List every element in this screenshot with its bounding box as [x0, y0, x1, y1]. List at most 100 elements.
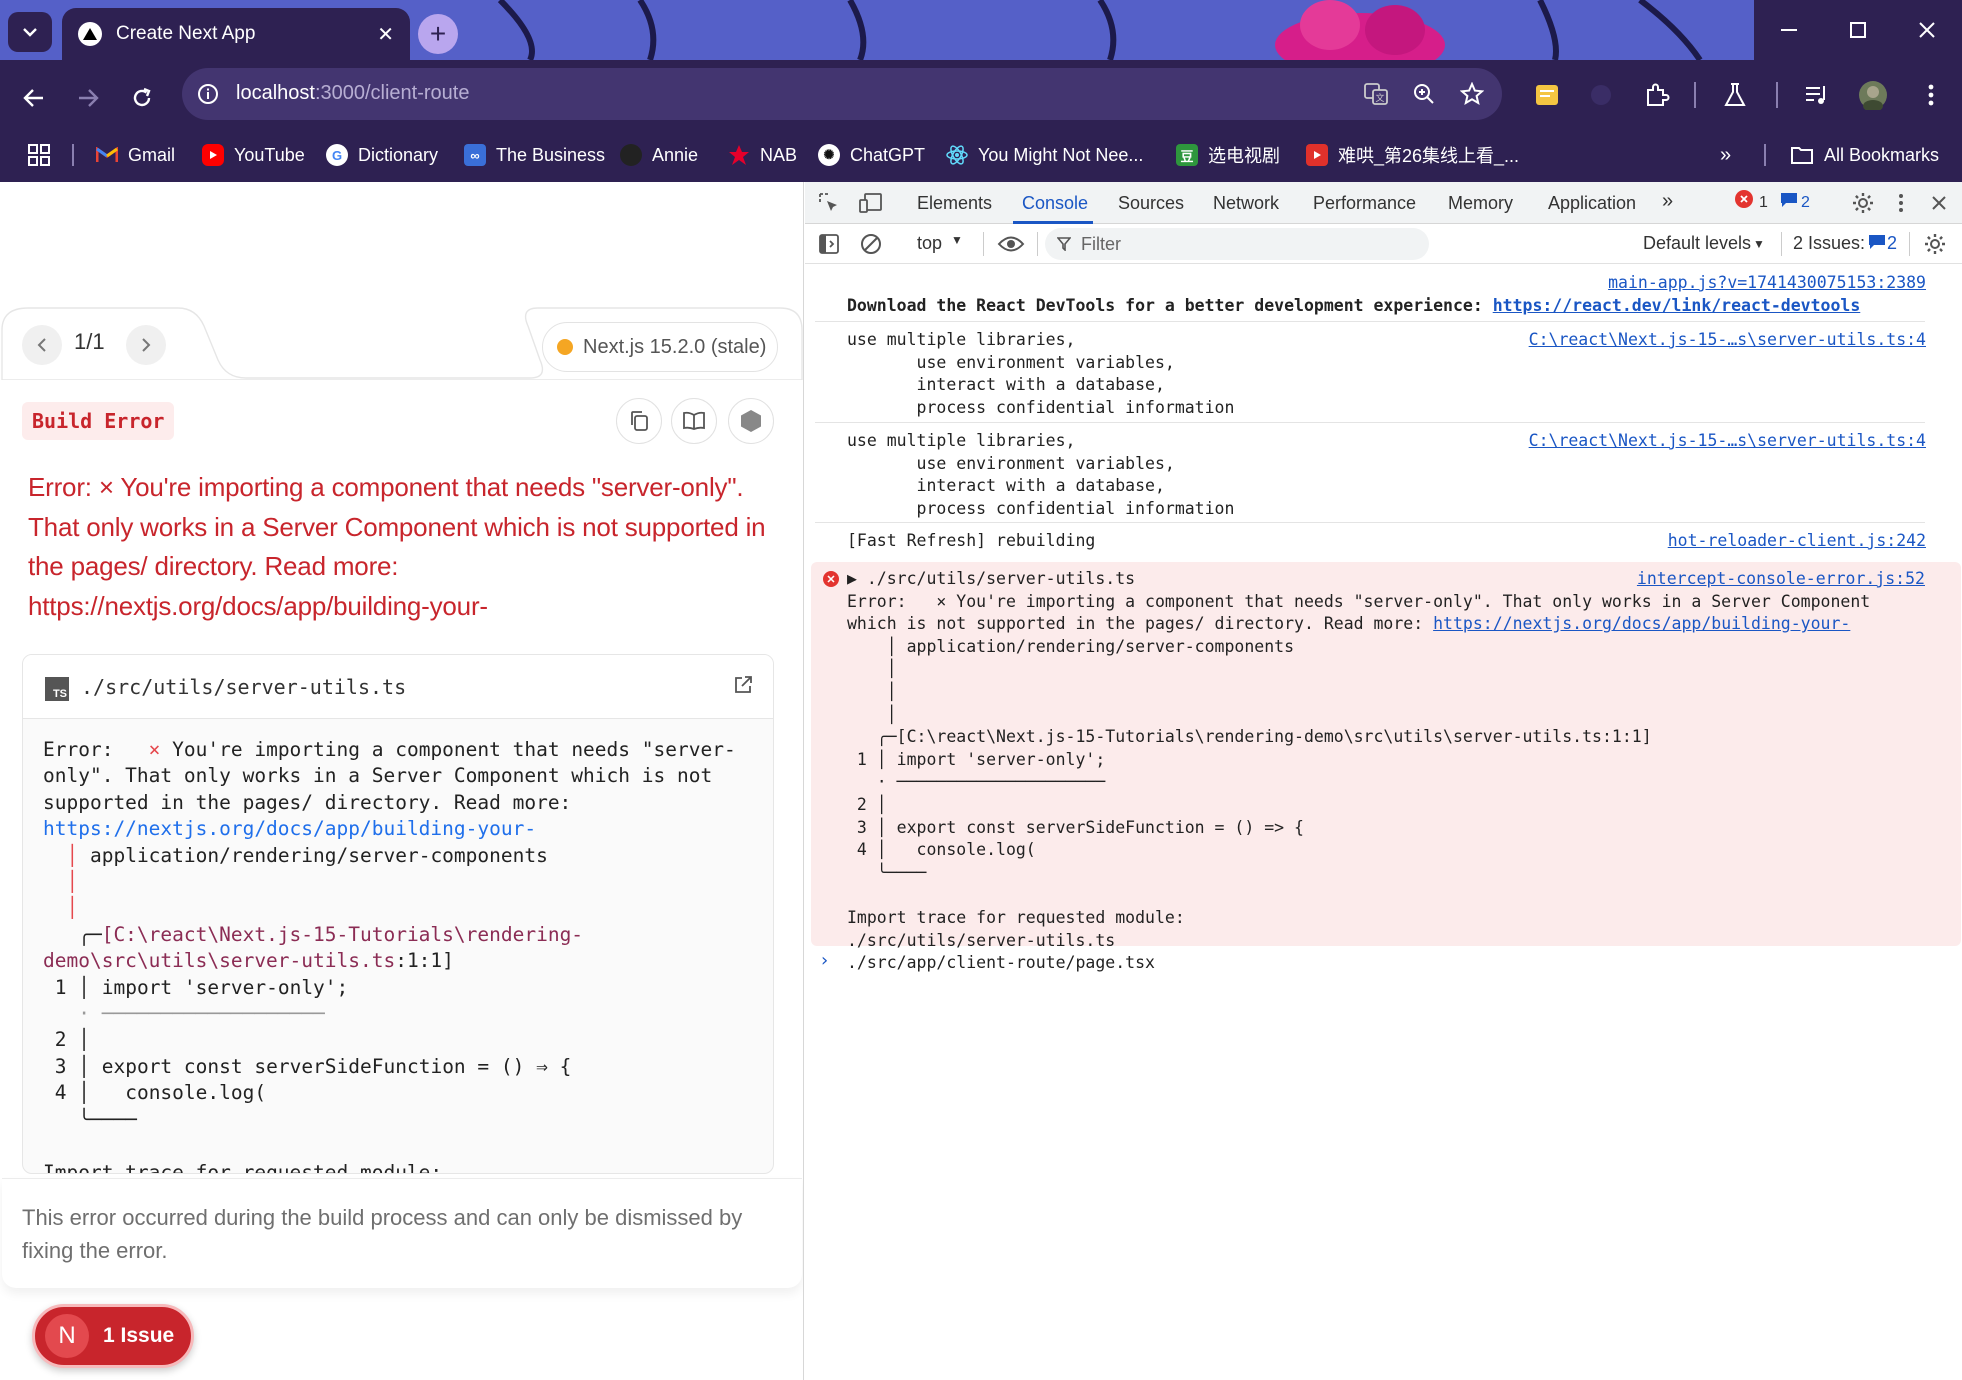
console-filter-input[interactable]: Filter — [1045, 228, 1429, 260]
clear-console-icon[interactable] — [857, 230, 885, 258]
close-window-button[interactable] — [1892, 0, 1962, 60]
error-count[interactable]: 1 — [1759, 194, 1768, 212]
bookmark-you-might-not-need[interactable]: You Might Not Nee... — [946, 130, 1143, 180]
nab-icon — [728, 144, 750, 166]
site-info-icon[interactable] — [194, 80, 222, 108]
caret-down-icon[interactable]: ▼ — [1753, 237, 1765, 251]
translate-icon[interactable]: 文 — [1362, 80, 1390, 108]
gmail-icon — [96, 144, 118, 166]
issues-button[interactable]: N 1 Issue — [32, 1304, 194, 1368]
bookmark-video[interactable]: 难哄_第26集线上看_... — [1306, 130, 1519, 180]
code-frame-card: TS ./src/utils/server-utils.ts Error: × … — [22, 654, 774, 1174]
react-devtools-link[interactable]: https://react.dev/link/react-devtools — [1493, 296, 1861, 315]
copy-error-button[interactable] — [616, 398, 662, 444]
console-settings-gear-icon[interactable] — [1921, 230, 1949, 258]
google-icon: G — [326, 144, 348, 166]
device-toolbar-icon[interactable] — [857, 189, 885, 217]
open-in-editor-button[interactable] — [733, 675, 753, 695]
console-message: main-app.js?v=1741430075153:2389 Downloa… — [815, 272, 1926, 322]
live-expression-eye-icon[interactable] — [995, 230, 1027, 258]
extensions-puzzle-icon[interactable] — [1640, 78, 1674, 112]
browser-tab[interactable]: Create Next App ✕ — [62, 8, 410, 60]
warning-count[interactable]: 2 — [1801, 194, 1810, 212]
caret-down-icon[interactable]: ▼ — [951, 233, 963, 247]
file-path-link[interactable]: [C:\react\Next.js-15-Tutorials\rendering… — [102, 923, 583, 946]
message-source-link[interactable]: hot-reloader-client.js:242 — [1668, 530, 1926, 553]
docs-link[interactable]: https://nextjs.org/docs/app/building-you… — [43, 817, 536, 840]
zoom-icon[interactable] — [1410, 80, 1438, 108]
tab-network[interactable]: Network — [1213, 193, 1279, 214]
error-x-icon: ✕ — [823, 571, 839, 587]
bookmark-the-business[interactable]: ∞ The Business — [464, 130, 605, 180]
error-text[interactable]: ▶ ./src/utils/server-utils.ts Error: × Y… — [847, 568, 1870, 975]
media-queue-icon[interactable] — [1800, 78, 1834, 112]
bookmark-youtube[interactable]: YouTube — [202, 130, 305, 180]
tab-memory[interactable]: Memory — [1448, 193, 1513, 214]
bookmark-dictionary[interactable]: G Dictionary — [326, 130, 438, 180]
tab-elements[interactable]: Elements — [917, 193, 992, 214]
reload-icon — [133, 87, 151, 107]
toolbar-divider — [1781, 232, 1782, 256]
close-tab-icon[interactable]: ✕ — [377, 22, 394, 47]
error-docs-link[interactable]: https://nextjs.org/docs/app/building-you… — [1433, 614, 1850, 633]
profile-avatar[interactable] — [1856, 78, 1890, 112]
bookmark-chatgpt[interactable]: ✺ ChatGPT — [818, 130, 925, 180]
context-selector[interactable]: top — [917, 233, 942, 254]
minimize-button[interactable] — [1754, 0, 1824, 60]
minimize-icon — [1781, 29, 1797, 31]
error-count-icon[interactable] — [1735, 190, 1753, 208]
maximize-icon — [1850, 22, 1866, 38]
extension-notes-icon[interactable] — [1530, 78, 1564, 112]
docs-button[interactable] — [671, 398, 717, 444]
extension-dark-icon[interactable] — [1584, 78, 1618, 112]
message-source-link[interactable]: C:\react\Next.js-15-…s\server-utils.ts:4 — [1529, 430, 1926, 453]
tab-sources[interactable]: Sources — [1118, 193, 1184, 214]
sidebar-toggle-icon[interactable] — [815, 230, 843, 258]
url-text[interactable]: localhost:3000/client-route — [236, 82, 469, 105]
close-devtools-icon[interactable] — [1925, 189, 1953, 217]
message-source-link[interactable]: main-app.js?v=1741430075153:2389 — [1608, 272, 1926, 295]
previous-error-button[interactable] — [22, 325, 62, 365]
nextjs-version-badge[interactable]: Next.js 15.2.0 (stale) — [542, 322, 778, 372]
bookmark-star-icon[interactable] — [1458, 80, 1486, 108]
log-levels-dropdown[interactable]: Default levels — [1643, 233, 1751, 254]
issues-message-icon[interactable] — [1867, 231, 1887, 253]
forward-button[interactable] — [68, 78, 108, 118]
bookmark-douban[interactable]: 豆 选电视剧 — [1176, 130, 1280, 180]
nodejs-inspector-button[interactable] — [728, 398, 774, 444]
console-output: main-app.js?v=1741430075153:2389 Downloa… — [805, 264, 1962, 1380]
inspect-element-icon[interactable] — [815, 189, 843, 217]
issues-count[interactable]: 2 — [1887, 233, 1897, 254]
apps-grid-icon[interactable] — [28, 130, 50, 180]
copy-icon — [631, 411, 648, 431]
settings-gear-icon[interactable] — [1849, 189, 1877, 217]
labs-flask-icon[interactable] — [1718, 78, 1752, 112]
bookmark-nab[interactable]: NAB — [728, 130, 797, 180]
tab-performance[interactable]: Performance — [1313, 193, 1416, 214]
douban-icon: 豆 — [1176, 144, 1198, 166]
browser-menu-icon[interactable] — [1914, 78, 1948, 112]
tab-search-button[interactable] — [8, 12, 52, 52]
all-bookmarks-button[interactable]: All Bookmarks — [1790, 130, 1939, 180]
devtools-menu-icon[interactable] — [1887, 189, 1915, 217]
new-tab-button[interactable]: + — [418, 14, 458, 54]
maximize-button[interactable] — [1823, 0, 1893, 60]
tab-console[interactable]: Console — [1022, 193, 1088, 214]
message-count-icon[interactable] — [1779, 190, 1799, 210]
error-summary-toggle[interactable]: ▶ ./src/utils/server-utils.ts — [847, 569, 1135, 588]
reload-button[interactable] — [122, 78, 162, 118]
more-tabs-chevron-icon[interactable]: » — [1662, 190, 1673, 213]
bookmark-annie[interactable]: Annie — [620, 130, 698, 180]
message-source-link[interactable]: C:\react\Next.js-15-…s\server-utils.ts:4 — [1529, 329, 1926, 352]
code-frame-body: Error: × You're importing a component th… — [43, 738, 736, 1174]
back-button[interactable] — [14, 78, 54, 118]
external-link-icon — [735, 676, 752, 693]
issues-label[interactable]: 2 Issues: — [1793, 233, 1865, 254]
console-prompt-chevron-icon[interactable]: › — [819, 950, 830, 971]
address-bar[interactable]: localhost:3000/client-route 文 — [182, 68, 1502, 120]
book-icon — [683, 411, 705, 430]
bookmark-gmail[interactable]: Gmail — [96, 130, 175, 180]
tab-application[interactable]: Application — [1548, 193, 1636, 214]
more-bookmarks-chevron-icon[interactable]: » — [1720, 130, 1731, 180]
next-error-button[interactable] — [126, 325, 166, 365]
